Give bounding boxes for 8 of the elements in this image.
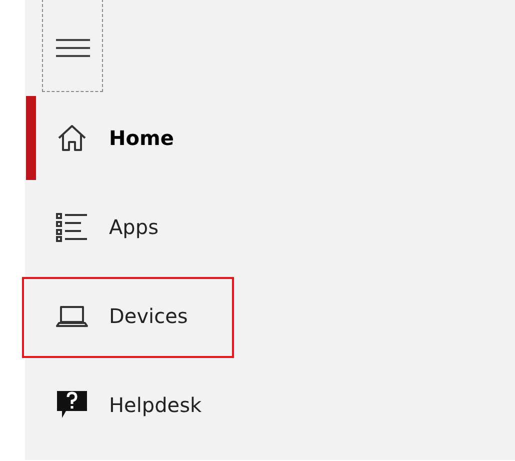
nav-item[interactable]: Devices: [25, 274, 268, 358]
list-icon: [56, 211, 88, 243]
home-icon: [56, 122, 88, 154]
menu-button[interactable]: [42, 0, 103, 92]
nav-item[interactable]: Helpdesk: [25, 363, 268, 447]
menu-icon: [56, 38, 90, 58]
nav-item[interactable]: Apps: [25, 185, 268, 269]
nav-item[interactable]: Home: [25, 96, 268, 180]
